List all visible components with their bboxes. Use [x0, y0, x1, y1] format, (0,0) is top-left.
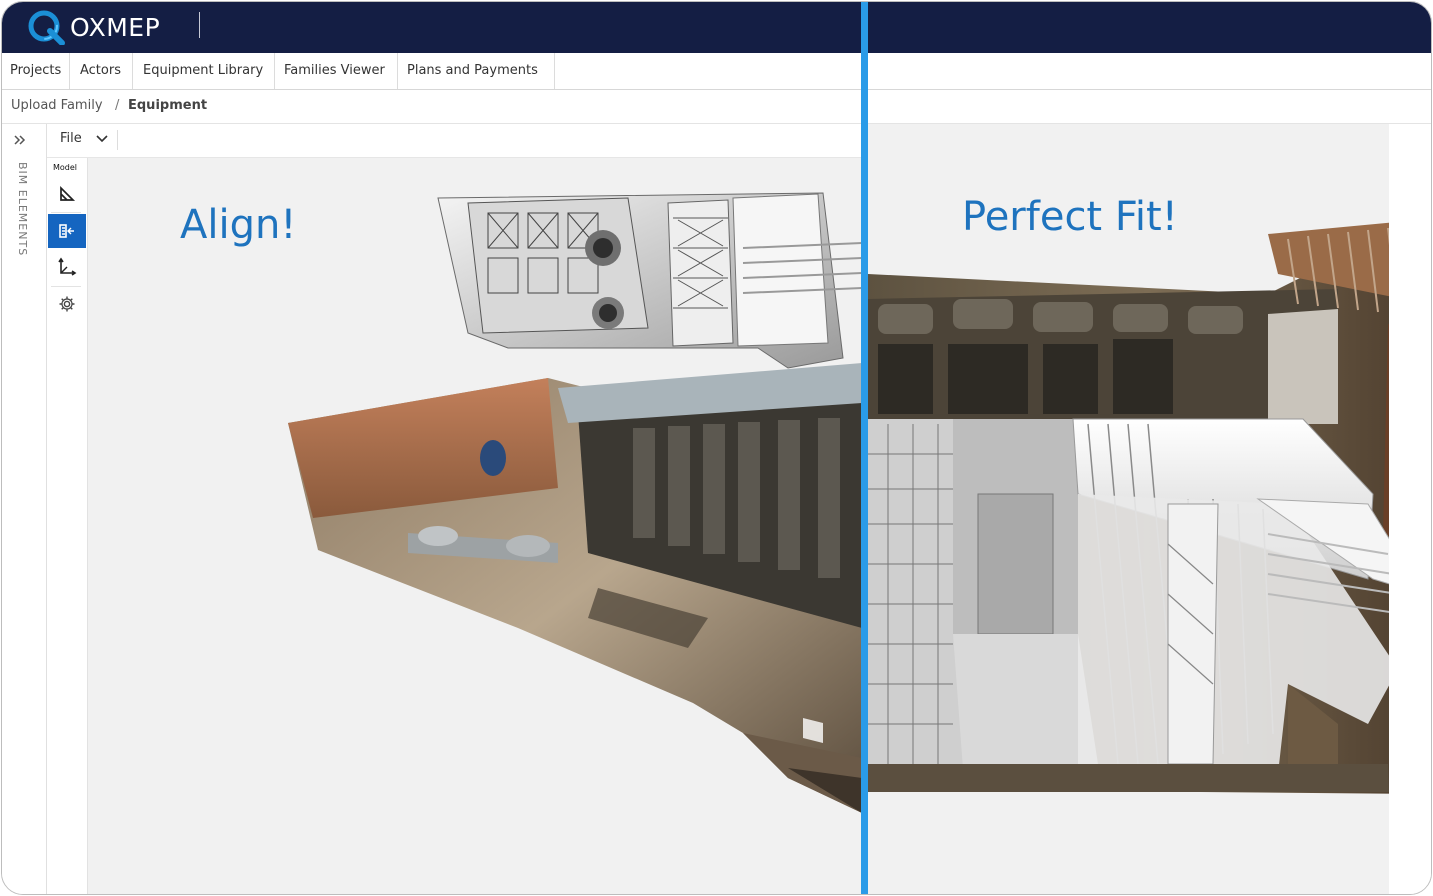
breadcrumb-current: Equipment — [128, 98, 208, 113]
nav-plans-payments[interactable]: Plans and Payments — [398, 53, 555, 89]
scene-align-image — [288, 192, 862, 813]
caption-perfect-fit: Perfect Fit! — [962, 194, 1178, 240]
file-menu[interactable]: File — [60, 131, 82, 146]
caption-align: Align! — [180, 202, 297, 248]
nav-actors[interactable]: Actors — [70, 53, 133, 89]
chevron-down-icon[interactable] — [96, 135, 108, 143]
tool-separator — [51, 212, 81, 213]
viewport-perfect-fit[interactable]: Perfect Fit! — [868, 124, 1431, 894]
toolbar-divider — [117, 130, 118, 150]
logo[interactable]: OXMEP — [26, 8, 160, 46]
viewport-align[interactable]: Align! — [88, 158, 862, 894]
nav-families-viewer[interactable]: Families Viewer — [275, 53, 398, 89]
align-tool-button[interactable] — [48, 214, 86, 248]
breadcrumb-parent[interactable]: Upload Family — [11, 98, 103, 113]
q-logo-icon — [28, 10, 65, 45]
axes-tool-button[interactable] — [48, 250, 86, 284]
header-divider — [199, 12, 200, 38]
model-tools-panel: Model — [47, 158, 88, 894]
gear-icon — [59, 296, 75, 312]
bim-elements-label[interactable]: BIM ELEMENTS — [16, 162, 29, 256]
measure-icon — [60, 185, 76, 201]
app-window: OXMEP Projects Actors Equipment Library … — [1, 1, 1432, 895]
breadcrumb: Upload Family / Equipment — [2, 90, 1431, 124]
chevrons-right-icon[interactable] — [12, 132, 28, 153]
comparison-divider — [861, 2, 868, 894]
main-nav: Projects Actors Equipment Library Famili… — [2, 53, 1431, 90]
top-bar: OXMEP — [2, 2, 1431, 53]
bim-elements-rail: BIM ELEMENTS — [2, 124, 47, 894]
viewer-toolbar: File — [47, 124, 861, 158]
nav-equipment-library[interactable]: Equipment Library — [133, 53, 275, 89]
breadcrumb-separator: / — [115, 98, 120, 113]
align-icon — [59, 224, 74, 238]
model-section-label: Model — [53, 163, 78, 172]
measure-tool-button[interactable] — [48, 177, 86, 211]
nav-projects[interactable]: Projects — [2, 53, 70, 89]
brand-name: OXMEP — [70, 12, 161, 42]
settings-tool-button[interactable] — [48, 287, 86, 321]
axes-icon — [58, 257, 77, 276]
